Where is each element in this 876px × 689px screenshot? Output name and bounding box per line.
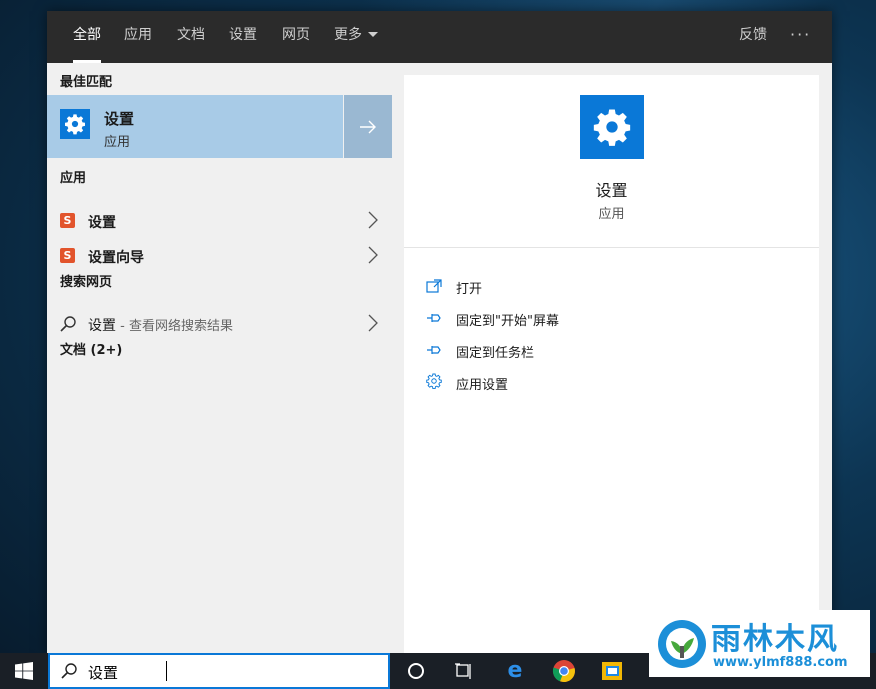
chevron-right-icon bbox=[368, 246, 378, 264]
best-match-subtitle: 应用 bbox=[104, 135, 131, 150]
task-view-button[interactable] bbox=[440, 653, 488, 689]
feedback-button[interactable]: 反馈 bbox=[739, 11, 767, 63]
best-match-item[interactable]: 设置 应用 bbox=[47, 95, 343, 158]
preview-pane: 设置 应用 打开 固定到"开始"屏幕 固定到任务栏 应用设置 bbox=[404, 75, 819, 653]
search-input[interactable]: 设置 bbox=[88, 662, 118, 683]
tab-documents[interactable]: 文档 bbox=[177, 11, 205, 63]
app-result-label: 设置 bbox=[88, 215, 116, 231]
explorer-icon bbox=[602, 662, 622, 680]
chevron-right-icon bbox=[368, 314, 378, 332]
web-result[interactable]: 设置 - 查看网络搜索结果 bbox=[47, 306, 392, 340]
gear-icon bbox=[426, 373, 442, 389]
action-pin-start[interactable]: 固定到"开始"屏幕 bbox=[426, 307, 726, 331]
chevron-right-icon bbox=[368, 211, 378, 229]
action-app-settings[interactable]: 应用设置 bbox=[426, 371, 726, 395]
explorer-button[interactable] bbox=[588, 653, 636, 689]
ylmf-logo-icon bbox=[658, 620, 706, 668]
divider bbox=[404, 247, 819, 248]
search-panel: 全部 应用 文档 设置 网页 更多 反馈 ··· 最佳匹配 设置 应用 应用 S… bbox=[47, 11, 832, 653]
preview-subtitle: 应用 bbox=[598, 207, 625, 222]
web-result-query: 设置 bbox=[88, 318, 116, 334]
chevron-down-icon bbox=[368, 32, 378, 37]
settings-gear-icon bbox=[60, 109, 90, 139]
start-icon bbox=[14, 662, 33, 680]
section-best-match: 最佳匹配 bbox=[60, 75, 113, 90]
tab-all[interactable]: 全部 bbox=[73, 11, 101, 63]
watermark-title: 雨林木风 bbox=[711, 622, 839, 657]
preview-gear-icon bbox=[580, 95, 644, 159]
action-pin-taskbar[interactable]: 固定到任务栏 bbox=[426, 339, 726, 363]
search-icon bbox=[60, 316, 76, 332]
tab-web[interactable]: 网页 bbox=[282, 11, 310, 63]
action-open[interactable]: 打开 bbox=[426, 275, 726, 299]
tab-more-label: 更多 bbox=[334, 27, 362, 43]
app-result-settings-wizard[interactable]: S 设置向导 bbox=[47, 238, 392, 272]
section-web: 搜索网页 bbox=[60, 275, 113, 290]
cortana-icon bbox=[408, 663, 424, 679]
edge-button[interactable]: e bbox=[491, 653, 539, 689]
search-box[interactable]: 设置 bbox=[48, 653, 390, 689]
pin-icon bbox=[427, 314, 441, 322]
section-apps: 应用 bbox=[60, 171, 87, 186]
app-result-label: 设置向导 bbox=[88, 250, 144, 266]
text-cursor bbox=[166, 661, 167, 681]
search-icon bbox=[61, 663, 77, 679]
task-view-icon bbox=[455, 663, 471, 679]
results-list: 最佳匹配 设置 应用 应用 S 设置 S 设置向导 搜索网页 设置 - 查看网络 bbox=[47, 63, 392, 653]
watermark: 雨林木风 www.ylmf888.com bbox=[649, 610, 870, 677]
app-s-icon: S bbox=[60, 248, 75, 263]
cortana-button[interactable] bbox=[392, 653, 440, 689]
section-documents[interactable]: 文档 (2+) bbox=[60, 339, 122, 358]
web-result-hint: - 查看网络搜索结果 bbox=[116, 319, 233, 334]
action-label: 固定到任务栏 bbox=[456, 346, 535, 361]
app-result-settings[interactable]: S 设置 bbox=[47, 203, 392, 237]
chrome-button[interactable] bbox=[540, 653, 588, 689]
arrow-right-icon bbox=[360, 120, 376, 133]
action-label: 固定到"开始"屏幕 bbox=[456, 314, 559, 329]
watermark-url: www.ylmf888.com bbox=[713, 655, 848, 670]
open-icon bbox=[426, 279, 442, 293]
start-button[interactable] bbox=[0, 653, 47, 689]
preview-title: 设置 bbox=[595, 181, 628, 200]
pin-icon bbox=[427, 346, 441, 354]
action-label: 打开 bbox=[456, 282, 483, 297]
tab-apps[interactable]: 应用 bbox=[124, 11, 152, 63]
edge-icon: e bbox=[507, 658, 523, 683]
filter-bar: 全部 应用 文档 设置 网页 更多 反馈 ··· bbox=[47, 11, 832, 63]
tab-settings[interactable]: 设置 bbox=[229, 11, 257, 63]
best-match-title: 设置 bbox=[104, 110, 135, 128]
chrome-icon bbox=[552, 660, 575, 683]
app-s-icon: S bbox=[60, 213, 75, 228]
tab-more[interactable]: 更多 bbox=[334, 11, 378, 63]
open-preview-button[interactable] bbox=[344, 95, 392, 158]
more-options-button[interactable]: ··· bbox=[790, 25, 811, 44]
web-result-label: 设置 - 查看网络搜索结果 bbox=[88, 315, 233, 335]
action-label: 应用设置 bbox=[456, 378, 509, 393]
